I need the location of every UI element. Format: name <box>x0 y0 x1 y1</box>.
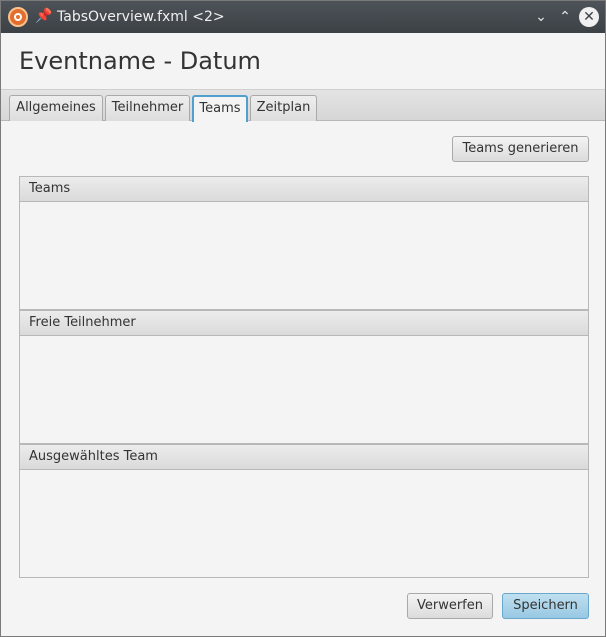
app-window: 📌 TabsOverview.fxml <2> ⌄ ⌃ ✕ Eventname … <box>0 0 606 637</box>
teams-panel: Teams <box>19 176 589 310</box>
tab-teilnehmer[interactable]: Teilnehmer <box>105 95 190 121</box>
tab-zeitplan[interactable]: Zeitplan <box>250 95 317 121</box>
tab-bar: Allgemeines Teilnehmer Teams Zeitplan <box>1 89 605 122</box>
chevron-up-icon[interactable]: ⌃ <box>555 7 575 27</box>
teams-panel-header[interactable]: Teams <box>20 177 588 202</box>
selected-team-panel-header[interactable]: Ausgewähltes Team <box>20 445 588 470</box>
title-bar[interactable]: 📌 TabsOverview.fxml <2> ⌄ ⌃ ✕ <box>1 1 605 33</box>
free-participants-list[interactable] <box>20 336 588 444</box>
pin-icon[interactable]: 📌 <box>35 8 52 24</box>
selected-team-panel: Ausgewähltes Team <box>19 444 589 578</box>
discard-button[interactable]: Verwerfen <box>407 593 493 619</box>
chevron-down-icon[interactable]: ⌄ <box>531 7 551 27</box>
page-title: Eventname - Datum <box>19 47 261 75</box>
close-icon[interactable]: ✕ <box>579 7 599 27</box>
generate-teams-button[interactable]: Teams generieren <box>452 136 589 162</box>
free-participants-panel: Freie Teilnehmer <box>19 310 589 444</box>
window-title: TabsOverview.fxml <2> <box>57 9 225 25</box>
tab-allgemeines[interactable]: Allgemeines <box>9 95 103 121</box>
save-button[interactable]: Speichern <box>502 593 589 619</box>
tab-teams[interactable]: Teams <box>192 95 248 122</box>
app-icon <box>8 7 28 27</box>
teams-list[interactable] <box>20 202 588 310</box>
free-participants-panel-header[interactable]: Freie Teilnehmer <box>20 311 588 336</box>
selected-team-list[interactable] <box>20 470 588 578</box>
